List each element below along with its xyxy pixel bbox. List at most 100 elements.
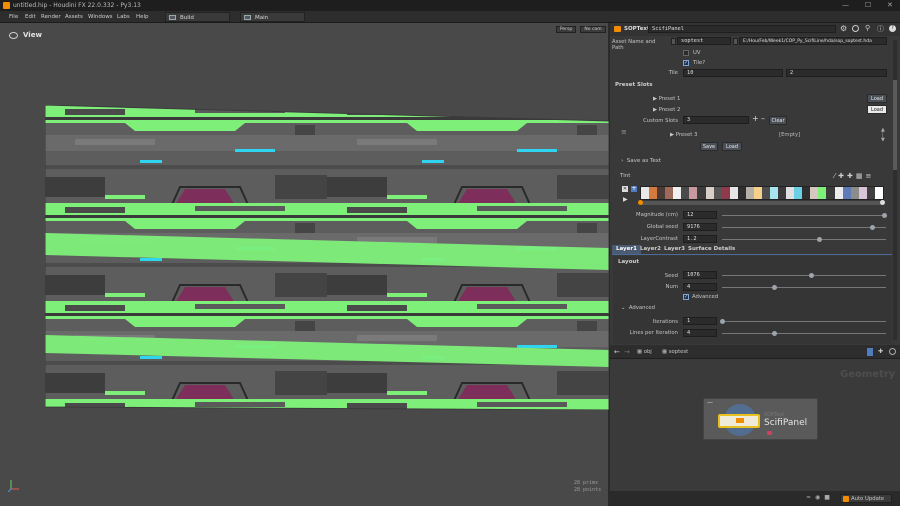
menu-help[interactable]: Help: [136, 11, 149, 23]
ramp-add-icon[interactable]: +: [631, 186, 637, 192]
ramp-key-right[interactable]: [880, 200, 885, 205]
tint-swatch: [818, 187, 827, 199]
forward-arrow-icon[interactable]: →: [624, 348, 630, 356]
menu-assets[interactable]: Assets: [65, 11, 83, 23]
desktop-build-dropdown[interactable]: Build: [165, 12, 230, 22]
tint-color-ramp[interactable]: [640, 186, 884, 200]
window-title-bar: untitled.hip - Houdini FX 22.0.332 - Py3…: [0, 0, 900, 11]
save-as-text-toggle[interactable]: › Save as Text: [621, 158, 661, 164]
lines-per-iteration-slider-knob[interactable]: [772, 331, 777, 336]
camera-dropdown[interactable]: No cam: [580, 26, 606, 33]
path-dropdown-icon[interactable]: [867, 348, 873, 356]
layer-seed-slider-knob[interactable]: [809, 273, 814, 278]
global-seed-field[interactable]: 9176: [683, 223, 717, 231]
global-seed-slider-knob[interactable]: [870, 225, 875, 230]
tile-checkbox[interactable]: ✓: [683, 60, 689, 66]
tile-x-field[interactable]: 10: [683, 69, 783, 77]
empty-label: [Empty]: [779, 132, 801, 138]
ramp-key-left[interactable]: [638, 200, 643, 205]
drag-handle-icon[interactable]: ≡: [621, 128, 627, 136]
search-icon[interactable]: ⚲: [865, 24, 870, 32]
menu-edit[interactable]: Edit: [25, 11, 36, 23]
lines-per-iteration-slider[interactable]: [722, 331, 886, 336]
path-obj-crumb[interactable]: ▦ obj: [637, 349, 652, 355]
lines-per-iteration-field[interactable]: 4: [683, 329, 717, 337]
magnitude-slider[interactable]: [722, 213, 887, 218]
status-icons[interactable]: ≈◉■: [806, 494, 834, 501]
asset-path-field[interactable]: E:/Hou/Feb/Week1/COP_Py_ScifiLine/hda/so…: [739, 37, 887, 45]
uv-checkbox[interactable]: [683, 50, 689, 56]
tab-surface-details[interactable]: Surface Details: [684, 245, 739, 254]
ramp-close-icon[interactable]: ✕: [622, 186, 628, 192]
clear-button[interactable]: Clear: [769, 116, 787, 125]
node-name-field[interactable]: ScifiPanel: [648, 25, 836, 33]
iterations-slider[interactable]: [720, 319, 886, 324]
preset-1-item[interactable]: ▶ Preset 1: [653, 96, 680, 102]
pin-icon[interactable]: ✚: [878, 348, 883, 355]
popup-minimize-icon[interactable]: —: [707, 399, 713, 406]
menu-render[interactable]: Render: [41, 11, 61, 23]
close-icon[interactable]: ✕: [887, 0, 893, 11]
back-arrow-icon[interactable]: ←: [614, 348, 620, 356]
num-slider[interactable]: [722, 285, 886, 290]
path-dropdown-icon[interactable]: [733, 38, 738, 45]
custom-slots-field[interactable]: 3: [683, 116, 749, 124]
maximize-icon[interactable]: ☐: [865, 0, 871, 11]
layer-contrast-slider[interactable]: [722, 237, 886, 242]
preset-1-load-button[interactable]: Load: [867, 94, 887, 103]
ramp-play-icon[interactable]: ▶: [623, 196, 628, 203]
path-soptest-crumb[interactable]: ▦ soptest: [662, 349, 688, 355]
advanced-section-toggle[interactable]: ⌄ Advanced: [621, 305, 655, 311]
num-field[interactable]: 4: [683, 283, 717, 291]
global-seed-slider[interactable]: [722, 225, 886, 230]
preset-3-item[interactable]: ▶ Preset 3: [670, 132, 697, 138]
preset-2-item[interactable]: ▶ Preset 2: [653, 107, 680, 113]
magnitude-field[interactable]: 12: [683, 211, 717, 219]
help-icon[interactable]: ?: [889, 25, 896, 32]
desktop-main-dropdown[interactable]: Main: [240, 12, 305, 22]
tint-swatch: [761, 187, 770, 199]
advanced-checkbox[interactable]: ✓: [683, 294, 689, 300]
ramp-position-bar[interactable]: [638, 200, 885, 205]
menu-file[interactable]: File: [9, 11, 18, 23]
uv-label: UV: [693, 50, 701, 56]
scrollbar-thumb[interactable]: [893, 80, 897, 170]
add-slot-icon[interactable]: +: [752, 114, 759, 123]
gear-icon[interactable]: ⚙: [840, 24, 847, 33]
multiparm-scroll-icon[interactable]: ▲ │ ▼: [881, 128, 885, 143]
remove-slot-icon[interactable]: –: [761, 114, 765, 123]
camera-mode-dropdown[interactable]: Persp: [556, 26, 576, 33]
asset-dropdown-icon[interactable]: [671, 38, 676, 45]
minimize-icon[interactable]: —: [842, 0, 849, 11]
desktop-main-label: Main: [255, 15, 269, 21]
layer-contrast-field[interactable]: 1.2: [683, 235, 717, 243]
menu-labs[interactable]: Labs: [117, 11, 130, 23]
menu-windows[interactable]: Windows: [88, 11, 113, 23]
tint-swatch: [673, 187, 682, 199]
preset-1-label: Preset 1: [658, 96, 681, 102]
tint-swatch: [681, 187, 690, 199]
layer-seed-slider[interactable]: [722, 273, 886, 278]
iterations-slider-knob[interactable]: [720, 319, 725, 324]
num-slider-knob[interactable]: [772, 285, 777, 290]
layer-contrast-slider-knob[interactable]: [817, 237, 822, 242]
auto-update-dropdown[interactable]: Auto Update: [840, 494, 892, 503]
tile-y-field[interactable]: 2: [786, 69, 887, 77]
scifipanel-node[interactable]: [718, 414, 760, 428]
info-icon[interactable]: ⓘ: [877, 24, 884, 34]
magnitude-slider-knob[interactable]: [882, 213, 887, 218]
prims-count: 28 prims: [574, 480, 599, 486]
layer-seed-field[interactable]: 1076: [683, 271, 717, 279]
preset-2-load-button[interactable]: Load: [867, 105, 887, 114]
parameter-scrollbar[interactable]: [893, 40, 897, 340]
houdini-icon[interactable]: [852, 25, 859, 32]
save-button[interactable]: Save: [700, 142, 718, 151]
iterations-field[interactable]: 1: [683, 317, 717, 325]
load-button[interactable]: Load: [722, 142, 742, 151]
tint-swatch: [810, 187, 819, 199]
asset-name-field[interactable]: soptest: [677, 37, 731, 45]
houdini-logo-icon: [3, 2, 10, 9]
asset-name-label: Asset Name and Path: [612, 39, 656, 51]
ramp-toolbar-icons[interactable]: ⁄✚✚▦≡: [834, 172, 874, 180]
link-icon[interactable]: [889, 348, 896, 355]
